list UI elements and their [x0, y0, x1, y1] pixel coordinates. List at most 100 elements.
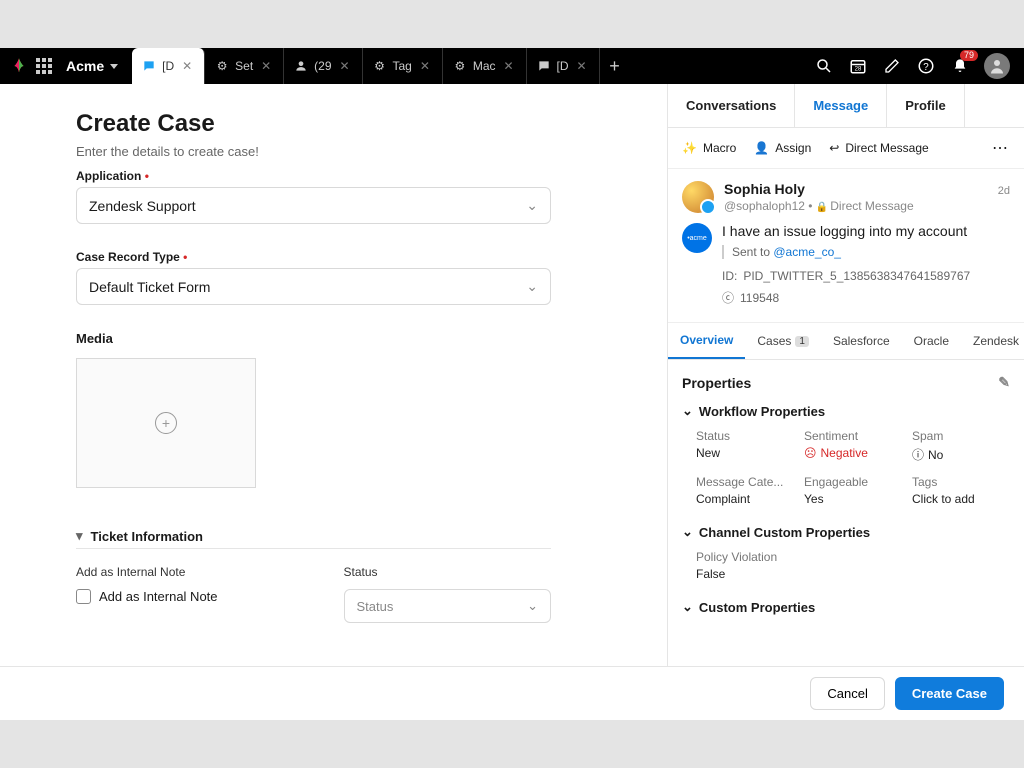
- checkbox-label: Add as Internal Note: [99, 589, 218, 604]
- cancel-button[interactable]: Cancel: [810, 677, 884, 710]
- sender-name: Sophia Holy: [724, 181, 805, 197]
- section-title: Ticket Information: [91, 529, 203, 544]
- chevron-down-icon: ⌄: [527, 598, 538, 614]
- sprinklr-logo-icon: [8, 55, 30, 77]
- assign-action[interactable]: 👤Assign: [754, 141, 811, 155]
- workspace-switcher[interactable]: Acme: [58, 58, 126, 74]
- topbar-right: 28 ? 79: [814, 53, 1016, 79]
- right-panel: Conversations Message Profile ✨Macro 👤As…: [668, 84, 1024, 720]
- ticket-info-section[interactable]: ▾ Ticket Information: [76, 528, 551, 549]
- sender-avatar[interactable]: [682, 181, 714, 213]
- sender-handle: @sophaloph12 • 🔒Direct Message: [724, 199, 1010, 213]
- chevron-down-icon: [110, 64, 118, 69]
- application-select[interactable]: Zendesk Support ⌄: [76, 187, 551, 224]
- notifications-icon[interactable]: 79: [950, 56, 970, 76]
- media-label: Media: [76, 331, 627, 346]
- tab-0[interactable]: [D ✕: [132, 48, 205, 84]
- calendar-icon[interactable]: 28: [848, 56, 868, 76]
- media-upload[interactable]: +: [76, 358, 256, 488]
- tab-conversations[interactable]: Conversations: [668, 84, 795, 127]
- chevron-down-icon: ⌄: [682, 524, 693, 540]
- subtab-oracle[interactable]: Oracle: [902, 323, 961, 359]
- chevron-down-icon: ▾: [76, 528, 83, 544]
- message-actions: ✨Macro 👤Assign ↩Direct Message ⋯: [668, 128, 1024, 169]
- more-actions[interactable]: ⋯: [992, 138, 1010, 158]
- chevron-down-icon: ⌄: [526, 197, 538, 214]
- add-tab-button[interactable]: +: [600, 48, 630, 84]
- user-avatar[interactable]: [984, 53, 1010, 79]
- subtab-zendesk[interactable]: Zendesk: [961, 323, 1024, 359]
- record-type-select[interactable]: Default Ticket Form ⌄: [76, 268, 551, 305]
- info-icon: ⓘ: [912, 446, 924, 463]
- engage-value: Yes: [804, 492, 902, 506]
- page-title: Create Case: [76, 110, 627, 138]
- edit-icon[interactable]: ✎: [998, 374, 1010, 391]
- assign-icon: 👤: [754, 141, 769, 155]
- spam-value: ⓘNo: [912, 446, 1010, 463]
- custom-props-header[interactable]: ⌄Custom Properties: [682, 599, 1010, 615]
- tab-message[interactable]: Message: [795, 84, 887, 127]
- tab-5[interactable]: [D ✕: [527, 48, 600, 84]
- workflow-props-header[interactable]: ⌄Workflow Properties: [682, 403, 1010, 419]
- apps-grid-icon[interactable]: [36, 58, 52, 74]
- tab-3[interactable]: ⚙ Tag ✕: [363, 48, 443, 84]
- search-icon[interactable]: [814, 56, 834, 76]
- checkbox-icon: [76, 589, 91, 604]
- close-icon[interactable]: ✕: [575, 59, 589, 73]
- tab-4[interactable]: ⚙ Mac ✕: [443, 48, 527, 84]
- close-icon[interactable]: ✕: [259, 59, 273, 73]
- sent-to: Sent to @acme_co_: [722, 245, 1010, 259]
- chat-icon: [142, 59, 156, 73]
- policy-value: False: [696, 567, 1010, 581]
- dm-action[interactable]: ↩Direct Message: [829, 141, 928, 155]
- tab-label: Mac: [473, 59, 496, 73]
- topbar: Acme [D ✕ ⚙ Set ✕ (29 ✕ ⚙ Tag ✕ ⚙ Mac ✕: [0, 48, 1024, 84]
- channel-props-header[interactable]: ⌄Channel Custom Properties: [682, 524, 1010, 540]
- svg-text:?: ?: [923, 62, 929, 73]
- spam-label: Spam: [912, 429, 1010, 443]
- svg-text:28: 28: [855, 67, 862, 73]
- status-select[interactable]: Status ⌄: [344, 589, 552, 623]
- gear-icon: ⚙: [373, 59, 387, 73]
- workspace-name: Acme: [66, 58, 104, 74]
- tab-label: Tag: [393, 59, 412, 73]
- tab-label: (29: [314, 59, 331, 73]
- subtab-overview[interactable]: Overview: [668, 323, 745, 359]
- chat-icon: [537, 59, 551, 73]
- create-case-button[interactable]: Create Case: [895, 677, 1004, 710]
- subtab-salesforce[interactable]: Salesforce: [821, 323, 902, 359]
- record-type-value: Default Ticket Form: [89, 279, 210, 295]
- internal-note-label: Add as Internal Note: [76, 565, 284, 579]
- tags-add[interactable]: Click to add: [912, 492, 1010, 506]
- case-icon: ⓒ: [722, 289, 734, 306]
- tab-2[interactable]: (29 ✕: [284, 48, 362, 84]
- close-icon[interactable]: ✕: [502, 59, 516, 73]
- internal-note-checkbox[interactable]: Add as Internal Note: [76, 589, 284, 604]
- notification-badge: 79: [960, 50, 978, 61]
- status-placeholder: Status: [357, 599, 394, 614]
- sent-to-link[interactable]: @acme_co_: [773, 245, 841, 259]
- gear-icon: ⚙: [215, 59, 229, 73]
- topbar-tabs: [D ✕ ⚙ Set ✕ (29 ✕ ⚙ Tag ✕ ⚙ Mac ✕ [D ✕ …: [132, 48, 629, 84]
- sad-icon: ☹: [804, 446, 817, 460]
- chevron-down-icon: ⌄: [682, 403, 693, 419]
- edit-icon[interactable]: [882, 56, 902, 76]
- tab-1[interactable]: ⚙ Set ✕: [205, 48, 284, 84]
- person-icon: [294, 59, 308, 73]
- status-label: Status: [696, 429, 794, 443]
- lock-icon: 🔒: [816, 202, 828, 213]
- right-panel-tabs: Conversations Message Profile: [668, 84, 1024, 128]
- engage-label: Engageable: [804, 475, 902, 489]
- subtab-cases[interactable]: Cases1: [745, 323, 821, 359]
- chevron-down-icon: ⌄: [526, 278, 538, 295]
- tab-profile[interactable]: Profile: [887, 84, 964, 127]
- close-icon[interactable]: ✕: [338, 59, 352, 73]
- macro-action[interactable]: ✨Macro: [682, 141, 736, 155]
- message-text: I have an issue logging into my account: [722, 223, 1010, 239]
- help-icon[interactable]: ?: [916, 56, 936, 76]
- close-icon[interactable]: ✕: [418, 59, 432, 73]
- close-icon[interactable]: ✕: [180, 59, 194, 73]
- detail-subtabs: Overview Cases1 Salesforce Oracle Zendes…: [668, 323, 1024, 360]
- gear-icon: ⚙: [453, 59, 467, 73]
- sentiment-label: Sentiment: [804, 429, 902, 443]
